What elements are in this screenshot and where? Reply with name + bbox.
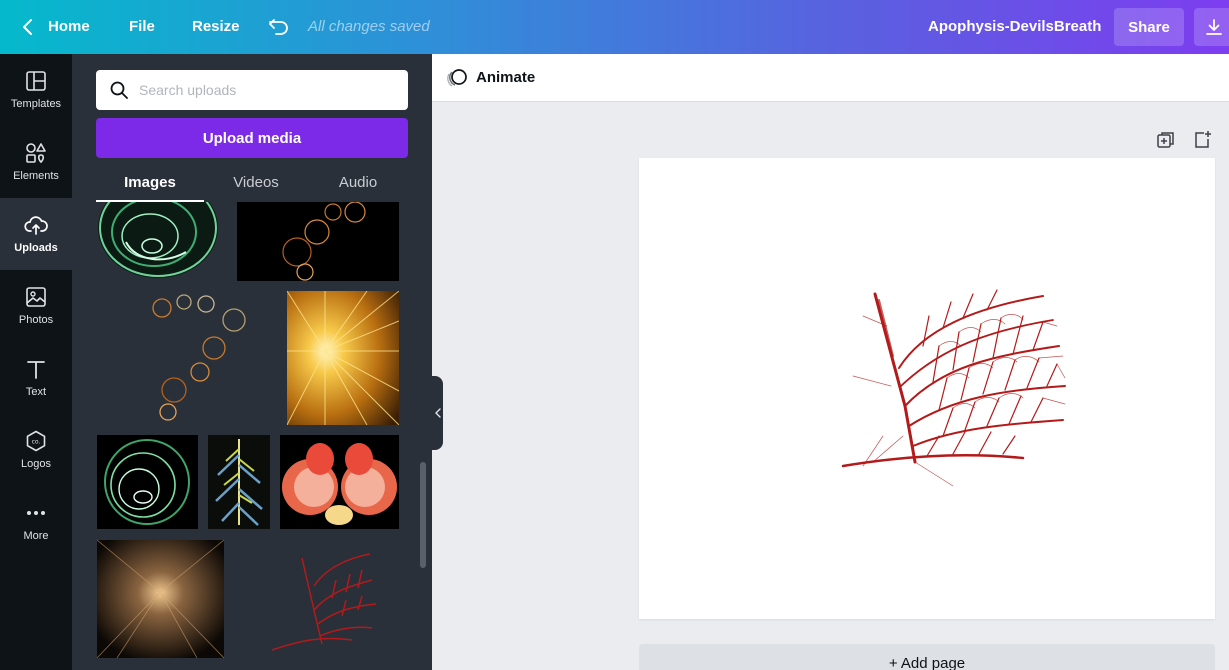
share-button[interactable]: Share [1114,8,1184,46]
logo-badge-icon: co. [26,430,46,452]
image-thumbnail-red-fractal-tree[interactable] [262,540,382,658]
document-title[interactable]: Apophysis-DevilsBreath [928,18,1101,35]
collapse-panel-button[interactable] [432,376,443,450]
tab-images[interactable]: Images [96,166,204,202]
rail-item-text[interactable]: Text [0,342,72,414]
image-thumbnail-blue-yellow-feather[interactable] [208,435,270,529]
download-icon [1206,19,1222,35]
rail-label-elements: Elements [13,170,59,182]
download-button[interactable] [1194,8,1229,46]
image-thumbnail-green-swirl-dark[interactable] [97,435,198,529]
editor-toolbar: Animate [432,54,1229,102]
chevron-left-small-icon [434,408,441,418]
top-bar: Home File Resize All changes saved Apoph… [0,0,1229,54]
tab-videos[interactable]: Videos [204,166,308,202]
more-dots-icon [27,511,45,515]
panel-scrollbar[interactable] [420,462,426,568]
search-input[interactable] [139,82,389,98]
search-icon [110,81,128,99]
add-page-button[interactable]: + Add page [639,644,1215,670]
animate-button[interactable]: Animate [476,69,535,86]
tab-audio[interactable]: Audio [308,166,408,202]
rail-item-uploads[interactable]: Uploads [0,198,72,270]
image-thumbnail-golden-starburst[interactable] [287,291,399,425]
svg-text:co.: co. [32,439,41,446]
photo-icon [26,287,46,307]
rail-label-more: More [23,530,49,542]
home-link[interactable]: Home [48,18,90,35]
rail-label-logos: Logos [21,458,51,470]
file-menu[interactable]: File [129,18,155,35]
design-page[interactable] [639,158,1215,619]
media-tabs: Images Videos Audio [96,166,408,202]
resize-menu[interactable]: Resize [192,18,240,35]
uploads-panel: Upload media Images Videos Audio [72,54,432,670]
cloud-upload-icon [24,216,48,235]
animate-icon[interactable] [446,68,468,88]
add-page-label: + Add page [888,655,966,670]
image-thumbnail-red-peach-flower[interactable] [280,435,399,529]
image-thumbnail-orange-bubble-chain-light[interactable] [144,290,256,424]
rail-item-logos[interactable]: co. Logos [0,414,72,486]
image-thumbnail-orange-bubble-chain-dark[interactable] [237,202,399,281]
rail-item-templates[interactable]: Templates [0,54,72,126]
left-rail: Templates Elements Uploads Photos Text c… [0,54,72,670]
uploads-grid [96,202,408,670]
undo-icon[interactable] [268,16,290,36]
search-box[interactable] [96,70,408,110]
image-thumbnail-green-swirl-sphere[interactable] [96,202,224,280]
save-status: All changes saved [308,18,430,35]
duplicate-page-icon[interactable] [1156,130,1176,150]
rail-label-uploads: Uploads [14,242,58,254]
red-fractal-tree-image[interactable] [639,158,1215,619]
chevron-left-icon[interactable] [20,17,36,37]
rail-item-elements[interactable]: Elements [0,126,72,198]
rail-item-photos[interactable]: Photos [0,270,72,342]
rail-item-more[interactable]: More [0,486,72,558]
rail-label-photos: Photos [18,314,54,326]
upload-media-button[interactable]: Upload media [96,118,408,158]
add-page-icon[interactable] [1192,130,1212,150]
templates-icon [26,71,46,91]
image-thumbnail-brown-nebula[interactable] [97,540,224,658]
text-icon [27,361,45,379]
rail-label-templates: Templates [10,98,62,110]
rail-label-text: Text [25,386,47,398]
elements-icon [26,143,46,164]
